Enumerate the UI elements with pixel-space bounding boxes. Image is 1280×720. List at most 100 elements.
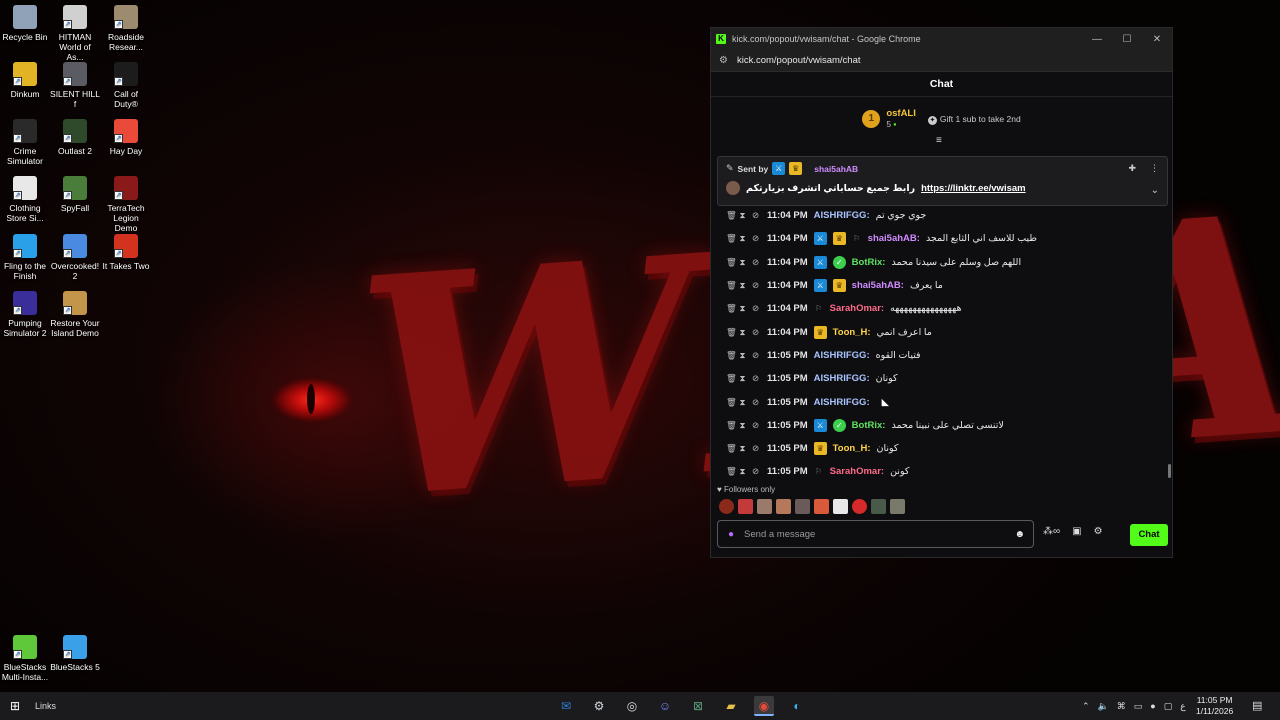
kicks-points-icon[interactable]: ⁂∞ xyxy=(1043,526,1060,537)
maximize-button[interactable]: ☐ xyxy=(1112,34,1142,45)
network-icon[interactable]: ⌘ xyxy=(1117,701,1126,712)
message-username[interactable]: BotRix: xyxy=(852,420,886,431)
chat-message[interactable]: 🗑 ⧗ ⊘ 11:04 PM ⚔ ✓ BotRix: اللهم صل وسلم على سي… xyxy=(711,251,1172,274)
chat-message[interactable]: 🗑 ⧗ ⊘ 11:05 PM ⚐ SarahOmar: كونن xyxy=(711,460,1172,480)
chat-message[interactable]: 🗑 ⧗ ⊘ 11:04 PM ⚔ ♛ shai5ahAB: ما يعرف xyxy=(711,274,1172,297)
steam-icon[interactable]: ⚙ xyxy=(589,696,609,716)
delete-message-icon[interactable]: 🗑 xyxy=(726,210,737,221)
notification-center-icon[interactable]: ▤ xyxy=(1252,699,1262,712)
message-username[interactable]: Toon_H: xyxy=(833,327,871,338)
volume-icon[interactable]: 🔈 xyxy=(1098,701,1109,712)
message-username[interactable]: AISHRIFGG: xyxy=(814,373,870,384)
ban-user-icon[interactable]: ⊘ xyxy=(752,257,759,268)
taskbar-clock[interactable]: 11:05 PM 1/11/2026 xyxy=(1196,695,1233,717)
xbox-icon[interactable]: ⊠ xyxy=(688,696,708,716)
ban-user-icon[interactable]: ⊘ xyxy=(752,373,759,384)
gift-leaderboard[interactable]: 1 osfALI 5 ▪ ✦ Gift 1 sub to take 2nd ≡ xyxy=(711,97,1172,146)
delete-message-icon[interactable]: 🗑 xyxy=(726,373,737,384)
chevron-down-icon[interactable]: ⌄ xyxy=(1151,185,1159,196)
message-username[interactable]: AISHRIFGG: xyxy=(814,350,870,361)
leader-username[interactable]: osfALI xyxy=(886,108,916,119)
emote-item[interactable] xyxy=(814,499,829,514)
gift-sub-prompt[interactable]: ✦ Gift 1 sub to take 2nd xyxy=(927,114,1021,125)
message-username[interactable]: AISHRIFGG: xyxy=(814,210,870,221)
chat-settings-gear-icon[interactable]: ⚙ xyxy=(1094,526,1103,537)
pinned-author[interactable]: shai5ahAB xyxy=(814,164,858,174)
chrome-icon[interactable]: ◉ xyxy=(754,696,774,716)
timeout-user-icon[interactable]: ⧗ xyxy=(739,210,746,221)
chat-message[interactable]: 🗑 ⧗ ⊘ 11:04 PM ♛ Toon_H: ما اعرف انمي xyxy=(711,320,1172,343)
display-icon[interactable]: ▢ xyxy=(1164,701,1173,712)
outlook-icon[interactable]: ✉ xyxy=(556,696,576,716)
language-indicator[interactable]: ع xyxy=(1180,701,1185,712)
timeout-user-icon[interactable]: ⧗ xyxy=(739,397,746,408)
chat-message[interactable]: 🗑 ⧗ ⊘ 11:04 PM AISHRIFGG: جوي جوي تم xyxy=(711,204,1172,227)
delete-message-icon[interactable]: 🗑 xyxy=(726,233,737,244)
obs-icon[interactable]: ◎ xyxy=(622,696,642,716)
chat-message-list[interactable]: 🗑 ⧗ ⊘ 11:04 PM AISHRIFGG: جوي جوي تم 🗑 ⧗ ⊘ 11:04 … xyxy=(711,204,1172,480)
timeout-user-icon[interactable]: ⧗ xyxy=(739,257,746,268)
desktop-shortcut[interactable]: ↗ Overcooked! 2 xyxy=(50,234,100,281)
message-username[interactable]: shai5ahAB: xyxy=(868,233,920,244)
mic-tray-icon[interactable]: ● xyxy=(1150,701,1155,711)
ban-user-icon[interactable]: ⊘ xyxy=(752,210,759,221)
desktop-shortcut[interactable]: ↗ BlueStacks Multi-Insta... xyxy=(0,635,50,682)
desktop-shortcut[interactable]: ↗ Roadside Resear... xyxy=(101,5,151,52)
message-username[interactable]: Toon_H: xyxy=(833,443,871,454)
desktop-shortcut[interactable]: ↗ HITMAN World of As... xyxy=(50,5,100,62)
ban-user-icon[interactable]: ⊘ xyxy=(752,350,759,361)
delete-message-icon[interactable]: 🗑 xyxy=(726,327,737,338)
ban-user-icon[interactable]: ⊘ xyxy=(752,303,759,314)
desktop-shortcut[interactable]: ↗ Hay Day xyxy=(101,119,151,156)
unpin-icon[interactable]: ✚ xyxy=(1128,163,1136,174)
desktop-shortcut[interactable]: Recycle Bin xyxy=(0,5,50,42)
message-username[interactable]: shai5ahAB: xyxy=(852,280,904,291)
timeout-user-icon[interactable]: ⧗ xyxy=(739,373,746,384)
collapse-leaderboard-icon[interactable]: ≡ xyxy=(936,135,942,146)
desktop-shortcut[interactable]: ↗ It Takes Two xyxy=(101,234,151,271)
timeout-user-icon[interactable]: ⧗ xyxy=(739,303,746,314)
delete-message-icon[interactable]: 🗑 xyxy=(726,303,737,314)
timeout-user-icon[interactable]: ⧗ xyxy=(739,466,746,477)
desktop-shortcut[interactable]: ↗ Fling to the Finish xyxy=(0,234,50,281)
delete-message-icon[interactable]: 🗑 xyxy=(726,443,737,454)
minimize-button[interactable]: — xyxy=(1082,34,1112,45)
emote-item[interactable] xyxy=(738,499,753,514)
edge-icon[interactable]: ◐ xyxy=(787,696,807,716)
links-toolbar[interactable]: Links xyxy=(35,701,56,711)
delete-message-icon[interactable]: 🗑 xyxy=(726,350,737,361)
discord-icon[interactable]: ☺ xyxy=(655,696,675,716)
desktop-shortcut[interactable]: ↗ Crime Simulator xyxy=(0,119,50,166)
gift-box-icon[interactable]: ▣ xyxy=(1072,526,1081,537)
windows-start-icon[interactable]: ⊞ xyxy=(0,699,30,713)
chat-message[interactable]: 🗑 ⧗ ⊘ 11:05 PM AISHRIFGG: فتيات القوه xyxy=(711,344,1172,367)
desktop-shortcut[interactable]: ↗ Restore Your Island Demo xyxy=(50,291,100,338)
timeout-user-icon[interactable]: ⧗ xyxy=(739,280,746,291)
site-info-icon[interactable]: ⚙ xyxy=(719,55,728,66)
chat-scrollbar[interactable] xyxy=(1168,464,1171,478)
close-button[interactable]: ✕ xyxy=(1142,34,1172,45)
desktop-shortcut[interactable]: ↗ Pumping Simulator 2 xyxy=(0,291,50,338)
chat-message[interactable]: 🗑 ⧗ ⊘ 11:05 PM ⚔ ✓ BotRix: لاتنسى تصلي على نبين… xyxy=(711,414,1172,437)
delete-message-icon[interactable]: 🗑 xyxy=(726,466,737,477)
emote-item[interactable] xyxy=(757,499,772,514)
ban-user-icon[interactable]: ⊘ xyxy=(752,443,759,454)
file-explorer-icon[interactable]: ▰ xyxy=(721,696,741,716)
timeout-user-icon[interactable]: ⧗ xyxy=(739,443,746,454)
delete-message-icon[interactable]: 🗑 xyxy=(726,280,737,291)
chat-message[interactable]: 🗑 ⧗ ⊘ 11:04 PM ⚔ ♛ ⚐ shai5ahAB: طيب للاسف اني ال… xyxy=(711,227,1172,250)
battery-icon[interactable]: ▭ xyxy=(1134,701,1143,712)
emote-item[interactable] xyxy=(871,499,886,514)
emote-item[interactable] xyxy=(719,499,734,514)
pinned-link[interactable]: https://linktr.ee/vwisam xyxy=(921,183,1026,194)
more-options-icon[interactable]: ⋮ xyxy=(1150,163,1159,174)
timeout-user-icon[interactable]: ⧗ xyxy=(739,420,746,431)
desktop-shortcut[interactable]: ↗ Clothing Store Si... xyxy=(0,176,50,223)
delete-message-icon[interactable]: 🗑 xyxy=(726,420,737,431)
ban-user-icon[interactable]: ⊘ xyxy=(752,466,759,477)
delete-message-icon[interactable]: 🗑 xyxy=(726,257,737,268)
send-chat-button[interactable]: Chat xyxy=(1130,524,1168,546)
chat-message[interactable]: 🗑 ⧗ ⊘ 11:05 PM ♛ Toon_H: كونان xyxy=(711,437,1172,460)
message-username[interactable]: SarahOmar: xyxy=(830,466,884,477)
chat-message[interactable]: 🗑 ⧗ ⊘ 11:05 PM AISHRIFGG: ◣ xyxy=(711,390,1172,413)
